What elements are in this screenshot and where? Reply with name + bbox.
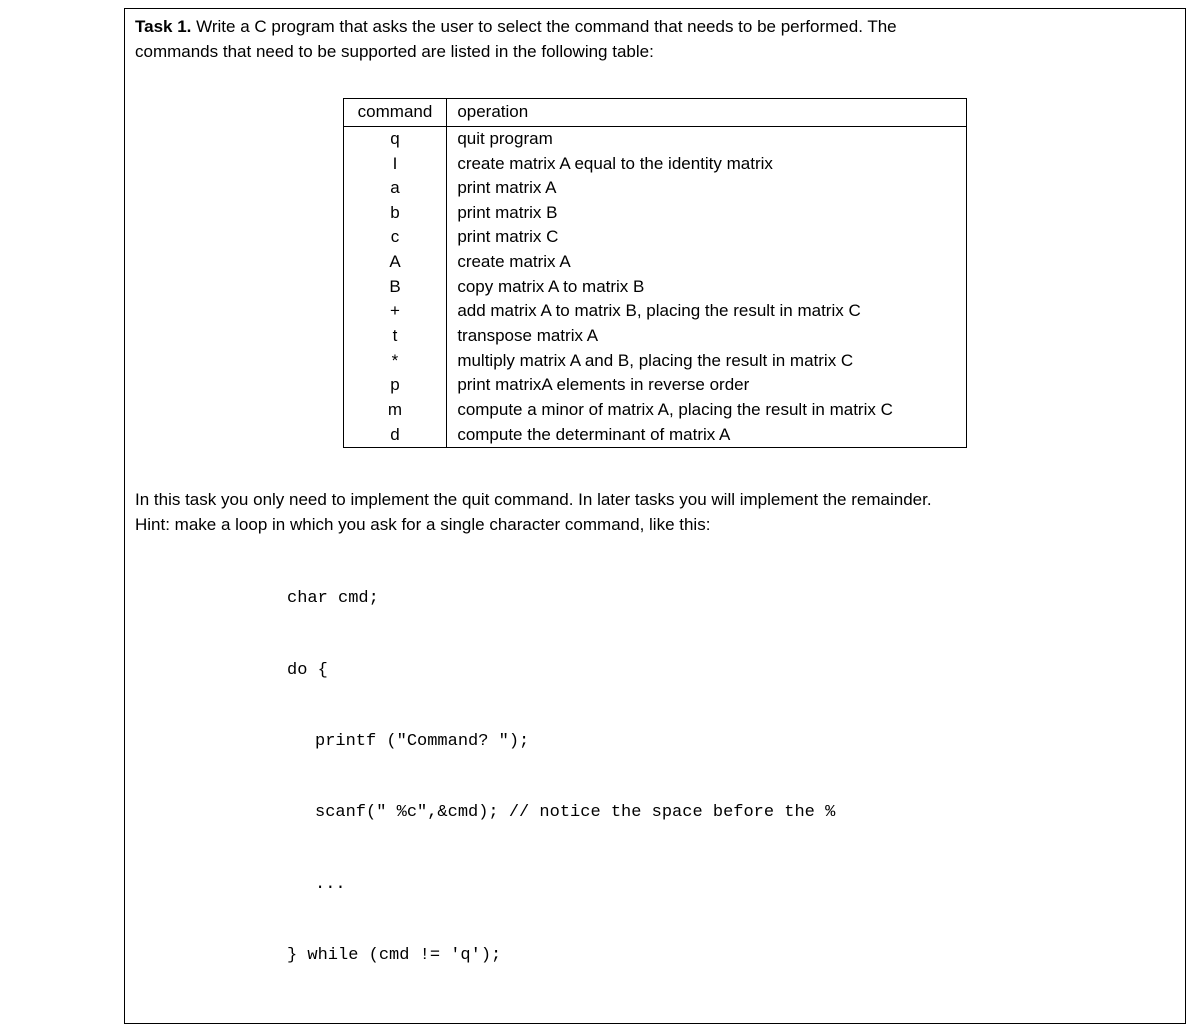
table-row: pprint matrixA elements in reverse order (343, 373, 967, 398)
cmd-cell: d (343, 423, 447, 448)
body-text: In this task you only need to implement … (135, 488, 1175, 537)
cmd-cell: B (343, 275, 447, 300)
cmd-cell: t (343, 324, 447, 349)
body-line1: In this task you only need to implement … (135, 488, 1175, 513)
cmd-cell: I (343, 152, 447, 177)
code-line: ... (259, 873, 1161, 897)
code-line: do { (259, 659, 1161, 683)
table-header-operation: operation (447, 99, 967, 127)
table-row: qquit program (343, 126, 967, 151)
op-cell: add matrix A to matrix B, placing the re… (447, 299, 967, 324)
op-cell: multiply matrix A and B, placing the res… (447, 349, 967, 374)
op-cell: print matrix A (447, 176, 967, 201)
code-line: } while (cmd != 'q'); (259, 944, 1161, 968)
table-row: Acreate matrix A (343, 250, 967, 275)
cmd-cell: + (343, 299, 447, 324)
command-table-wrapper: command operation qquit program Icreate … (135, 98, 1175, 448)
task-title: Task 1. (135, 17, 191, 36)
op-cell: compute a minor of matrix A, placing the… (447, 398, 967, 423)
table-row: aprint matrix A (343, 176, 967, 201)
op-cell: transpose matrix A (447, 324, 967, 349)
body-line2: Hint: make a loop in which you ask for a… (135, 513, 1175, 538)
cmd-cell: A (343, 250, 447, 275)
cmd-cell: c (343, 225, 447, 250)
table-row: bprint matrix B (343, 201, 967, 226)
table-row: cprint matrix C (343, 225, 967, 250)
op-cell: copy matrix A to matrix B (447, 275, 967, 300)
table-row: dcompute the determinant of matrix A (343, 423, 967, 448)
cmd-cell: * (343, 349, 447, 374)
op-cell: create matrix A equal to the identity ma… (447, 152, 967, 177)
code-line: scanf(" %c",&cmd); // notice the space b… (259, 801, 1161, 825)
task-prompt-line1: Write a C program that asks the user to … (196, 17, 897, 36)
task-box: Task 1. Write a C program that asks the … (124, 8, 1186, 1024)
op-cell: print matrix B (447, 201, 967, 226)
table-row: ttranspose matrix A (343, 324, 967, 349)
cmd-cell: q (343, 126, 447, 151)
command-table: command operation qquit program Icreate … (343, 98, 968, 448)
cmd-cell: b (343, 201, 447, 226)
op-cell: create matrix A (447, 250, 967, 275)
table-row: *multiply matrix A and B, placing the re… (343, 349, 967, 374)
table-header-row: command operation (343, 99, 967, 127)
op-cell: compute the determinant of matrix A (447, 423, 967, 448)
cmd-cell: a (343, 176, 447, 201)
code-line: printf ("Command? "); (259, 730, 1161, 754)
code-block: char cmd; do { printf ("Command? "); sca… (259, 540, 1161, 1016)
table-header-command: command (343, 99, 447, 127)
op-cell: print matrixA elements in reverse order (447, 373, 967, 398)
cmd-cell: p (343, 373, 447, 398)
code-line: char cmd; (259, 587, 1161, 611)
table-row: mcompute a minor of matrix A, placing th… (343, 398, 967, 423)
op-cell: print matrix C (447, 225, 967, 250)
op-cell: quit program (447, 126, 967, 151)
task-prompt-line2: commands that need to be supported are l… (135, 40, 1175, 65)
table-row: Bcopy matrix A to matrix B (343, 275, 967, 300)
table-row: +add matrix A to matrix B, placing the r… (343, 299, 967, 324)
cmd-cell: m (343, 398, 447, 423)
table-row: Icreate matrix A equal to the identity m… (343, 152, 967, 177)
